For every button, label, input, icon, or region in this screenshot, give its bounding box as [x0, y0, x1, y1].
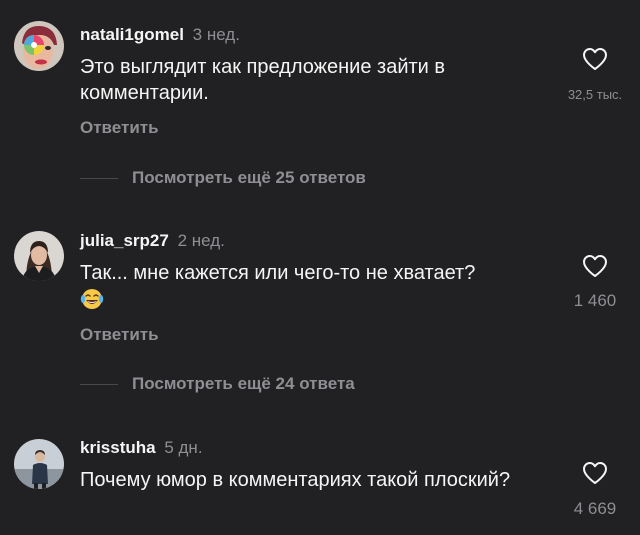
view-replies-button[interactable]: Посмотреть ещё 25 ответов — [80, 168, 366, 188]
avatar[interactable] — [14, 439, 64, 489]
avatar[interactable] — [14, 231, 64, 281]
comment-text: Это выглядит как предложение зайти в ком… — [80, 56, 445, 104]
username[interactable]: krisstuha — [80, 438, 156, 457]
timestamp: 3 нед. — [192, 25, 240, 44]
avatar[interactable] — [14, 21, 64, 71]
reply-button[interactable]: Ответить — [80, 118, 159, 138]
view-replies-label: Посмотреть ещё 25 ответов — [132, 168, 366, 187]
heart-icon — [583, 48, 607, 70]
view-replies-button[interactable]: Посмотреть ещё 24 ответа — [80, 374, 355, 394]
lollipop-avatar-icon — [14, 21, 64, 71]
divider — [80, 384, 118, 386]
divider — [80, 178, 118, 180]
person-figure-avatar-icon — [14, 439, 64, 489]
face-with-tears-of-joy-icon — [80, 289, 104, 309]
like-button[interactable]: 32,5 тыс. — [565, 47, 625, 102]
like-count: 1 460 — [573, 291, 617, 310]
timestamp: 5 дн. — [164, 438, 203, 457]
woman-portrait-avatar-icon — [14, 231, 64, 281]
comment-text: Так... мне кажется или чего-то не хватае… — [80, 262, 476, 284]
reply-button[interactable]: Ответить — [80, 325, 159, 345]
timestamp: 2 нед. — [177, 231, 225, 250]
comment-meta: natali1gomel 3 нед. — [80, 25, 240, 45]
comment-meta: krisstuha 5 дн. — [80, 438, 203, 458]
like-count: 4 669 — [573, 499, 617, 518]
like-count: 32,5 тыс. — [567, 87, 623, 102]
username[interactable]: natali1gomel — [80, 25, 184, 44]
comment-text: Почему юмор в комментариях такой плоский… — [80, 469, 511, 491]
username[interactable]: julia_srp27 — [80, 231, 169, 250]
heart-icon — [583, 462, 607, 484]
view-replies-label: Посмотреть ещё 24 ответа — [132, 374, 355, 393]
comment-meta: julia_srp27 2 нед. — [80, 231, 225, 251]
heart-icon — [583, 255, 607, 277]
like-button[interactable]: 4 669 — [565, 461, 625, 519]
like-button[interactable]: 1 460 — [565, 254, 625, 311]
